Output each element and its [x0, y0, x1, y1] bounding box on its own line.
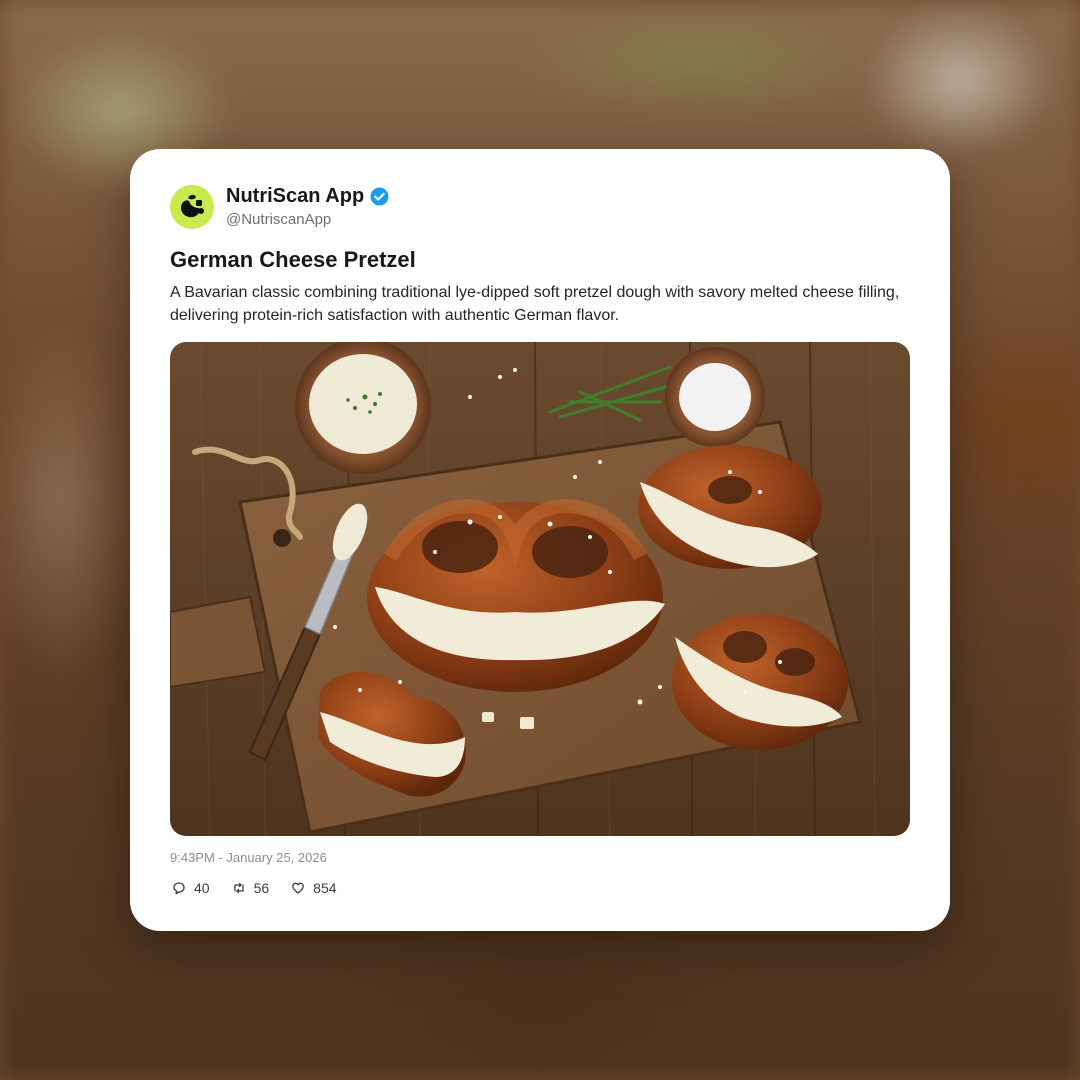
like-count: 854: [313, 880, 337, 896]
account-handle[interactable]: @NutriscanApp: [226, 211, 331, 228]
reply-count: 40: [194, 880, 210, 896]
post-card: NutriScan App @NutriscanApp German Chees…: [130, 149, 950, 931]
like-stat[interactable]: 854: [291, 880, 337, 896]
nutriscan-logo-icon: [181, 194, 204, 218]
repost-icon: [233, 882, 244, 894]
post-description: A Bavarian classic combining traditional…: [170, 284, 900, 324]
reply-stat[interactable]: 40: [172, 880, 210, 896]
comment-icon: [173, 882, 185, 895]
verified-badge-icon: [370, 187, 389, 206]
repost-stat[interactable]: 56: [232, 880, 270, 896]
account-name-row: NutriScan App: [226, 185, 389, 208]
post-image[interactable]: [170, 342, 910, 836]
pretzel-photo: [170, 342, 910, 836]
repost-count: 56: [253, 880, 270, 896]
avatar[interactable]: [170, 185, 214, 229]
heart-icon: [292, 882, 305, 894]
post-timestamp[interactable]: 9:43PM - January 25, 2026: [170, 850, 327, 865]
engagement-stats: 40 56 854: [172, 880, 337, 896]
account-name[interactable]: NutriScan App: [226, 185, 364, 208]
post-title: German Cheese Pretzel: [170, 247, 416, 272]
